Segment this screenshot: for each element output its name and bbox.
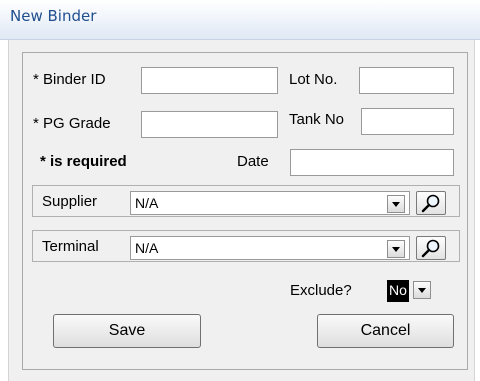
- pg-grade-input[interactable]: [141, 111, 278, 138]
- lot-no-input[interactable]: [359, 67, 454, 94]
- terminal-dropdown-button[interactable]: [387, 240, 405, 258]
- supplier-select[interactable]: N/A: [130, 191, 410, 215]
- cancel-button[interactable]: Cancel: [317, 314, 454, 348]
- supplier-search-button[interactable]: [416, 191, 446, 215]
- window-left-border: [0, 40, 9, 381]
- window-right-border: [474, 40, 480, 381]
- tank-no-input[interactable]: [361, 108, 454, 135]
- terminal-select[interactable]: N/A: [130, 236, 410, 260]
- date-label: Date: [237, 153, 269, 170]
- supplier-value: N/A: [135, 195, 159, 211]
- exclude-dropdown-button[interactable]: [413, 281, 431, 299]
- magnifier-icon: [421, 239, 440, 258]
- magnifier-icon: [421, 194, 440, 213]
- exclude-value: No: [387, 280, 409, 302]
- chevron-down-icon: [392, 247, 400, 252]
- terminal-label: Terminal: [42, 238, 99, 255]
- exclude-select[interactable]: No: [385, 280, 445, 304]
- window-title: New Binder: [10, 7, 97, 25]
- lot-no-label: Lot No.: [289, 71, 338, 88]
- terminal-value: N/A: [135, 240, 159, 256]
- supplier-label: Supplier: [42, 193, 98, 210]
- save-button[interactable]: Save: [53, 314, 201, 348]
- title-bar: New Binder: [0, 0, 480, 40]
- date-input[interactable]: [290, 149, 454, 176]
- exclude-label: Exclude?: [290, 282, 352, 299]
- terminal-search-button[interactable]: [416, 236, 446, 260]
- supplier-dropdown-button[interactable]: [387, 195, 405, 213]
- pg-grade-label: * PG Grade: [33, 115, 111, 132]
- binder-id-input[interactable]: [141, 67, 278, 94]
- chevron-down-icon: [392, 202, 400, 207]
- tank-no-label: Tank No: [289, 111, 345, 128]
- binder-id-label: * Binder ID: [33, 71, 106, 88]
- chevron-down-icon: [418, 288, 426, 293]
- required-note: * is required: [40, 153, 127, 170]
